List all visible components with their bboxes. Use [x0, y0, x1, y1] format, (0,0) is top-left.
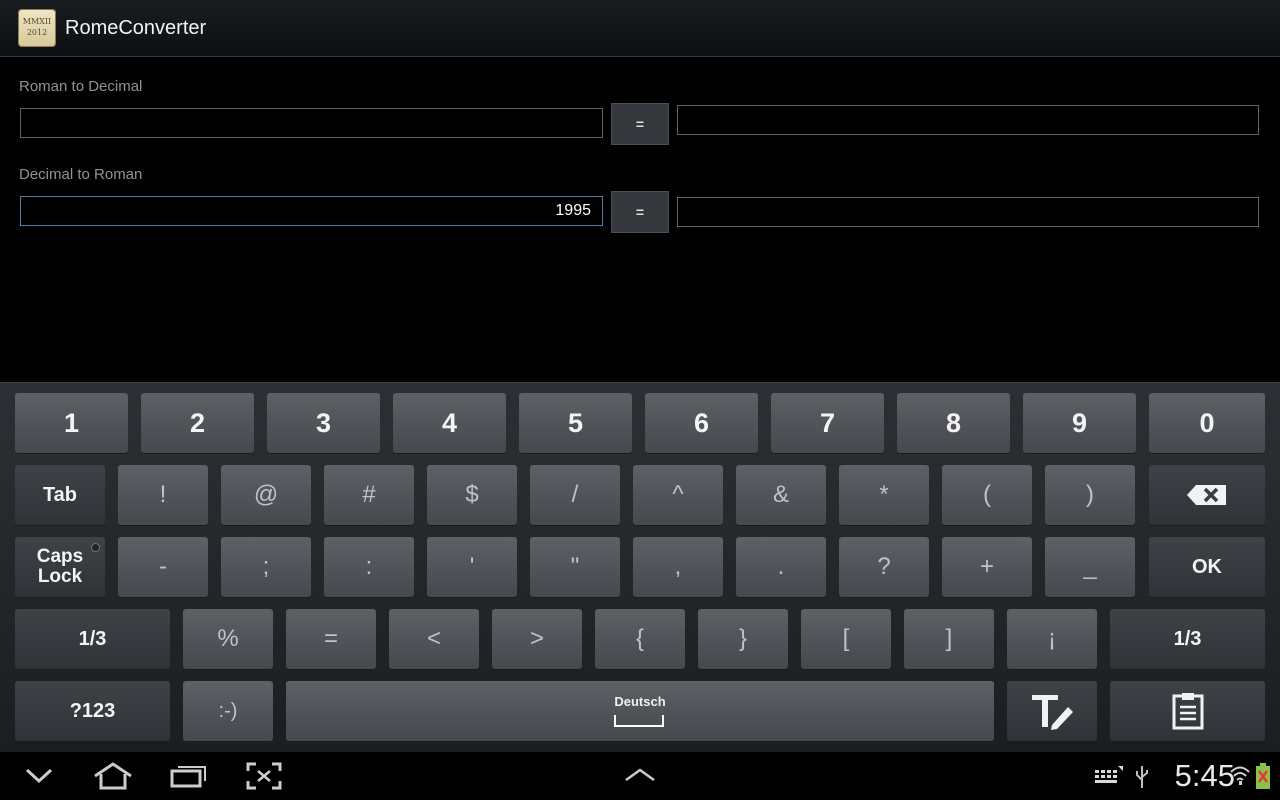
- clipboard-button[interactable]: [1110, 681, 1265, 741]
- text-edit-icon: [1032, 695, 1073, 730]
- system-navigation-bar: 5:45: [0, 752, 1280, 800]
- page-switch-left-button[interactable]: 1/3: [15, 609, 170, 669]
- key-ampersand[interactable]: &: [736, 465, 826, 525]
- clipboard-icon: [1172, 693, 1203, 730]
- key-open-paren[interactable]: (: [942, 465, 1032, 525]
- key-hyphen[interactable]: -: [118, 537, 208, 597]
- decimal-to-roman-label: Decimal to Roman: [19, 166, 143, 183]
- recent-apps-icon[interactable]: [170, 762, 208, 788]
- page-switch-right-button[interactable]: 1/3: [1110, 609, 1265, 669]
- key-question[interactable]: ?: [839, 537, 929, 597]
- key-period[interactable]: .: [736, 537, 826, 597]
- roman-input-field[interactable]: [20, 108, 603, 138]
- status-clock: 5:45: [1174, 758, 1235, 793]
- key-slash[interactable]: /: [530, 465, 620, 525]
- key-8[interactable]: 8: [897, 393, 1010, 453]
- key-apostrophe[interactable]: ': [427, 537, 517, 597]
- key-close-brace[interactable]: }: [698, 609, 788, 669]
- key-quote[interactable]: ": [530, 537, 620, 597]
- key-9[interactable]: 9: [1023, 393, 1136, 453]
- keyboard-status-icon: [1095, 766, 1123, 783]
- key-caret[interactable]: ^: [633, 465, 723, 525]
- key-greater-than[interactable]: >: [492, 609, 582, 669]
- key-2[interactable]: 2: [141, 393, 254, 453]
- key-5[interactable]: 5: [519, 393, 632, 453]
- screenshot-icon[interactable]: [246, 762, 282, 790]
- roman-result-field[interactable]: [677, 197, 1259, 227]
- backspace-key[interactable]: [1149, 465, 1265, 525]
- decimal-convert-button[interactable]: =: [611, 191, 669, 233]
- key-caps-lock[interactable]: Caps Lock: [15, 537, 105, 597]
- key-less-than[interactable]: <: [389, 609, 479, 669]
- key-close-paren[interactable]: ): [1045, 465, 1135, 525]
- key-3[interactable]: 3: [267, 393, 380, 453]
- key-asterisk[interactable]: *: [839, 465, 929, 525]
- key-0[interactable]: 0: [1149, 393, 1265, 453]
- key-6[interactable]: 6: [645, 393, 758, 453]
- key-exclamation[interactable]: !: [118, 465, 208, 525]
- key-equals[interactable]: =: [286, 609, 376, 669]
- key-comma[interactable]: ,: [633, 537, 723, 597]
- key-open-brace[interactable]: {: [595, 609, 685, 669]
- usb-icon: [1136, 766, 1148, 788]
- action-bar: MMXII 2012 RomeConverter: [0, 0, 1280, 57]
- key-dollar[interactable]: $: [427, 465, 517, 525]
- caps-label-line2: Lock: [37, 566, 83, 587]
- soft-keyboard: 1 2 3 4 5 6 7 8 9 0 Tab ! @ # $ / ^ & * …: [0, 382, 1280, 753]
- battery-icon: [1256, 763, 1270, 789]
- key-underscore[interactable]: _: [1045, 537, 1135, 597]
- key-semicolon[interactable]: ;: [221, 537, 311, 597]
- key-inverted-exclamation[interactable]: ¡: [1007, 609, 1097, 669]
- key-1[interactable]: 1: [15, 393, 128, 453]
- key-plus[interactable]: +: [942, 537, 1032, 597]
- app-title: RomeConverter: [65, 17, 207, 39]
- backspace-icon: [1187, 485, 1226, 505]
- key-at[interactable]: @: [221, 465, 311, 525]
- keyboard-language-label: Deutsch: [614, 694, 666, 709]
- space-icon: [614, 715, 664, 727]
- space-bar-key[interactable]: Deutsch: [286, 681, 994, 741]
- key-7[interactable]: 7: [771, 393, 884, 453]
- key-colon[interactable]: :: [324, 537, 414, 597]
- handwriting-button[interactable]: [1007, 681, 1097, 741]
- key-hash[interactable]: #: [324, 465, 414, 525]
- logo-text-top: MMXII: [22, 17, 52, 26]
- key-close-bracket[interactable]: ]: [904, 609, 994, 669]
- caps-label-line1: Caps: [36, 546, 84, 567]
- roman-convert-button[interactable]: =: [611, 103, 669, 145]
- key-smiley[interactable]: :-): [183, 681, 273, 741]
- key-4[interactable]: 4: [393, 393, 506, 453]
- key-tab[interactable]: Tab: [15, 465, 105, 525]
- symbols-mode-button[interactable]: ?123: [15, 681, 170, 741]
- chevron-up-icon[interactable]: [624, 768, 656, 782]
- logo-text-bottom: 2012: [26, 28, 48, 37]
- home-icon[interactable]: [92, 762, 134, 790]
- app-logo[interactable]: MMXII 2012: [18, 9, 56, 47]
- wifi-icon: [1230, 766, 1250, 785]
- hide-keyboard-icon[interactable]: [24, 766, 54, 786]
- key-percent[interactable]: %: [183, 609, 273, 669]
- caps-lock-indicator-icon: [91, 543, 100, 552]
- key-open-bracket[interactable]: [: [801, 609, 891, 669]
- ok-button[interactable]: OK: [1149, 537, 1265, 597]
- decimal-input-field[interactable]: 1995: [20, 196, 603, 226]
- decimal-result-field[interactable]: [677, 105, 1259, 135]
- roman-to-decimal-label: Roman to Decimal: [19, 78, 143, 95]
